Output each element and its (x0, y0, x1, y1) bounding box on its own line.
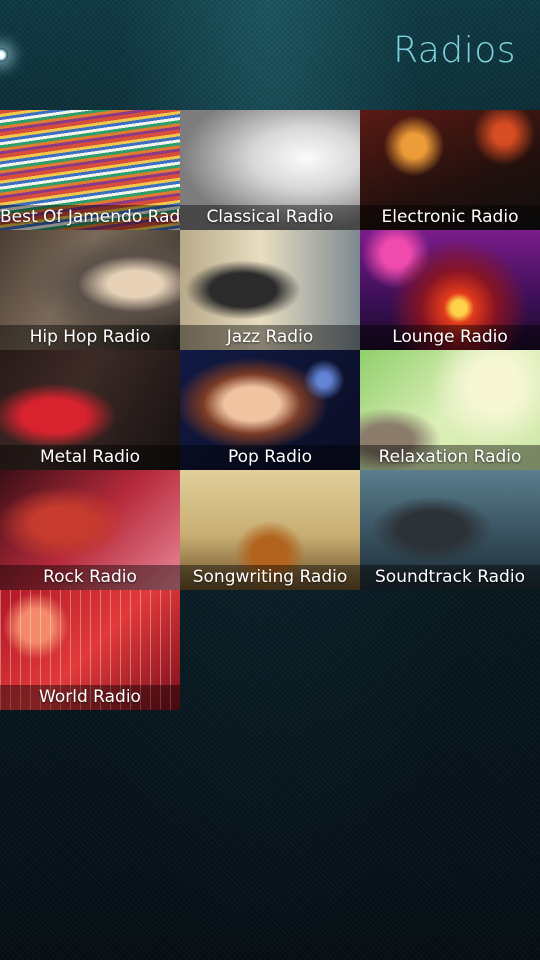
radio-tile[interactable]: Electronic Radio (360, 110, 540, 230)
radio-tile[interactable]: Rock Radio (0, 470, 180, 590)
radio-tile[interactable]: Metal Radio (0, 350, 180, 470)
radio-tile[interactable]: Lounge Radio (360, 230, 540, 350)
radio-label: Electronic Radio (360, 205, 540, 230)
radio-label: World Radio (0, 685, 180, 710)
radio-label: Hip Hop Radio (0, 325, 180, 350)
radio-label: Songwriting Radio (180, 565, 360, 590)
radio-tile[interactable]: Hip Hop Radio (0, 230, 180, 350)
radio-label: Metal Radio (0, 445, 180, 470)
radio-label: Jazz Radio (180, 325, 360, 350)
radio-label: Classical Radio (180, 205, 360, 230)
radio-label: Rock Radio (0, 565, 180, 590)
page-title: Radios (393, 30, 516, 71)
pulley-menu-indicator (0, 48, 8, 62)
radio-tile[interactable]: Songwriting Radio (180, 470, 360, 590)
radio-tile[interactable]: Soundtrack Radio (360, 470, 540, 590)
radio-label: Relaxation Radio (360, 445, 540, 470)
radio-grid: Best Of Jamendo Radio Classical Radio El… (0, 110, 540, 710)
radio-tile[interactable]: Classical Radio (180, 110, 360, 230)
radio-label: Pop Radio (180, 445, 360, 470)
radio-tile[interactable]: World Radio (0, 590, 180, 710)
radio-tile[interactable]: Jazz Radio (180, 230, 360, 350)
radio-tile[interactable]: Pop Radio (180, 350, 360, 470)
radio-tile[interactable]: Best Of Jamendo Radio (0, 110, 180, 230)
radio-label: Best Of Jamendo Radio (0, 205, 180, 230)
radio-label: Soundtrack Radio (360, 565, 540, 590)
radio-tile[interactable]: Relaxation Radio (360, 350, 540, 470)
radio-label: Lounge Radio (360, 325, 540, 350)
